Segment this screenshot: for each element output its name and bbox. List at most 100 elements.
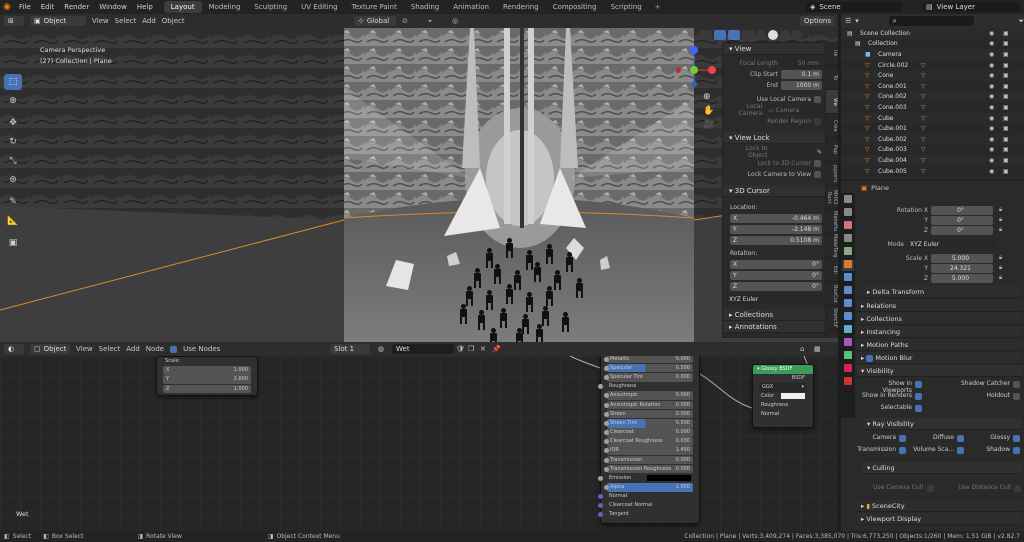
input-socket[interactable] xyxy=(604,439,609,445)
lock-camera-checkbox[interactable] xyxy=(814,170,821,178)
glossy-color-swatch[interactable] xyxy=(781,393,805,400)
mesh-data-icon[interactable]: ▽ xyxy=(921,157,926,164)
properties-tab-render-icon[interactable] xyxy=(842,208,854,219)
visibility-eye-icon[interactable]: ◉ xyxy=(989,157,994,164)
principled-row-6[interactable]: Sheen 0.000 xyxy=(604,409,693,419)
viewport-menu-add[interactable]: Add xyxy=(142,17,156,25)
outliner-row-cone-002[interactable]: ▽ Cone.002 ▽ ◉ ▣ xyxy=(841,91,1024,103)
cursor-z-field[interactable]: Z 0.5108 m xyxy=(730,235,822,245)
sidebar-tab-6[interactable]: MHX2 Runt xyxy=(826,186,838,210)
glossy-roughness-row[interactable]: Roughness xyxy=(753,401,813,410)
visibility-eye-icon[interactable]: ◉ xyxy=(989,40,994,47)
node-menu-view[interactable]: View xyxy=(76,345,93,353)
sidebar-tab-5[interactable]: pypers xyxy=(826,162,838,186)
input-socket[interactable] xyxy=(604,402,609,408)
outliner-row-cube-005[interactable]: ▽ Cube.005 ▽ ◉ ▣ xyxy=(841,166,1024,177)
input-socket[interactable] xyxy=(598,476,603,482)
annotate-tool-icon[interactable]: ✎ xyxy=(4,194,22,210)
render-camera-icon[interactable]: ▣ xyxy=(1003,115,1009,122)
visibility-eye-icon[interactable]: ◉ xyxy=(989,115,994,122)
input-socket[interactable] xyxy=(598,503,603,508)
principled-row-16[interactable]: Clearcoat Normal xyxy=(598,501,699,510)
outliner-search-field[interactable]: ⌕ xyxy=(888,16,975,26)
input-socket[interactable] xyxy=(604,356,609,362)
use-camera-cull-checkbox[interactable] xyxy=(927,485,934,492)
render-camera-icon[interactable]: ▣ xyxy=(1003,93,1009,100)
input-socket[interactable] xyxy=(604,466,609,472)
annotations-section-header[interactable]: ▸ Annotations xyxy=(723,321,825,333)
sidebar-tab-9[interactable]: Edi xyxy=(826,258,838,282)
view-section-header[interactable]: ▾ View xyxy=(723,43,825,55)
render-region-checkbox[interactable] xyxy=(814,117,821,125)
visibility-eye-icon[interactable]: ◉ xyxy=(989,93,994,100)
visibility-eye-icon[interactable]: ◉ xyxy=(989,72,994,79)
viewport-display-section[interactable]: ▸ Viewport Display xyxy=(857,513,1022,525)
principled-bsdf-node[interactable]: Metallic 0.000 Specular 0.500 Specular Tint 0… xyxy=(598,356,700,524)
scale-y-lock-icon[interactable]: 🔒︎ xyxy=(999,264,1002,272)
scale-x-lock-icon[interactable]: 🔒︎ xyxy=(999,254,1002,262)
properties-tab-modifiers-icon[interactable] xyxy=(842,273,854,284)
relations-section[interactable]: ▸ Relations xyxy=(857,300,1022,312)
backdrop-icon[interactable]: ▦ xyxy=(814,345,821,353)
show-in-viewports-checkbox[interactable] xyxy=(915,381,922,388)
display-mode-icon[interactable]: ▾ xyxy=(855,17,859,25)
render-camera-icon[interactable]: ▣ xyxy=(1003,40,1009,47)
render-camera-icon[interactable]: ▣ xyxy=(1003,62,1009,69)
ray-volume-scatter-checkbox[interactable] xyxy=(957,447,964,454)
material-browse-icon[interactable]: ◍ xyxy=(378,345,384,353)
workspace-tab-texture-paint[interactable]: Texture Paint xyxy=(345,1,404,13)
properties-tab-constraints-icon[interactable] xyxy=(842,312,854,323)
node-menu-add[interactable]: Add xyxy=(126,345,140,353)
workspace-tab-compositing[interactable]: Compositing xyxy=(546,1,604,13)
measure-tool-icon[interactable]: 📐 xyxy=(4,213,22,229)
render-camera-icon[interactable]: ▣ xyxy=(1003,125,1009,132)
shadow-catcher-checkbox[interactable] xyxy=(1013,381,1020,388)
filter-icon[interactable]: ⏷ xyxy=(1018,17,1024,26)
visibility-eye-icon[interactable]: ◉ xyxy=(989,62,994,69)
workspace-tab-sculpting[interactable]: Sculpting xyxy=(247,1,294,13)
input-socket[interactable] xyxy=(604,411,609,417)
ray-transmission-checkbox[interactable] xyxy=(899,447,906,454)
navigation-gizmo[interactable] xyxy=(676,44,720,108)
collections-section-header[interactable]: ▸ Collections xyxy=(723,309,825,321)
scale-tool-icon[interactable]: ⤡ xyxy=(4,153,22,169)
glossy-normal-row[interactable]: Normal xyxy=(753,410,813,419)
rotation-z-lock-icon[interactable]: 🔒︎ xyxy=(999,226,1002,234)
mesh-data-icon[interactable]: ▽ xyxy=(921,146,926,153)
gizmo-icon[interactable] xyxy=(714,30,726,40)
rotation-y-lock-icon[interactable]: 🔒︎ xyxy=(999,216,1002,224)
transform-orientation-dropdown[interactable]: ⊹ Global xyxy=(354,16,396,26)
scene-selector[interactable]: ◈ Scene xyxy=(806,2,902,12)
render-camera-icon[interactable]: ▣ xyxy=(1003,136,1009,143)
cursor-rot-x-field[interactable]: X 0° xyxy=(730,259,822,269)
outliner-row-cube[interactable]: ▽ Cube ▽ ◉ ▣ xyxy=(841,112,1024,124)
mesh-data-icon[interactable]: ▽ xyxy=(921,62,926,69)
properties-tab-physics-icon[interactable] xyxy=(842,299,854,310)
input-socket[interactable] xyxy=(604,365,609,371)
slot-dropdown[interactable]: Slot 1 xyxy=(330,344,370,354)
properties-tab-material-icon[interactable] xyxy=(842,338,854,349)
delta-transform-section[interactable]: ▸ Delta Transform xyxy=(863,286,1022,298)
eyedropper-icon[interactable]: ✎ xyxy=(817,149,822,156)
properties-tab-view-layer-icon[interactable] xyxy=(842,234,854,245)
clip-end-field[interactable]: 1000 m xyxy=(780,80,822,90)
render-camera-icon[interactable]: ▣ xyxy=(1003,104,1009,111)
mesh-data-icon[interactable]: ▽ xyxy=(921,104,926,111)
use-distance-cull-checkbox[interactable] xyxy=(1014,485,1021,492)
ray-shadow-checkbox[interactable] xyxy=(1013,447,1020,454)
principled-row-7[interactable]: Sheen Tint 0.500 xyxy=(604,418,693,428)
visibility-eye-icon[interactable]: ◉ xyxy=(989,83,994,90)
sidebar-tab-4[interactable]: Pap xyxy=(826,138,838,162)
input-socket[interactable] xyxy=(604,430,609,436)
properties-tab-world-icon[interactable] xyxy=(842,364,854,375)
clip-start-field[interactable]: 0.1 m xyxy=(780,69,822,79)
workspace-tab-modeling[interactable]: Modeling xyxy=(202,1,248,13)
principled-row-10[interactable]: IOR 1.450 xyxy=(604,446,693,456)
node-editor-type-icon[interactable]: ◐ xyxy=(4,344,24,354)
fake-user-icon[interactable]: 🛡 xyxy=(456,345,465,353)
input-socket[interactable] xyxy=(604,448,609,454)
overlay-icon[interactable] xyxy=(728,30,740,40)
menu-render[interactable]: Render xyxy=(59,3,94,11)
mesh-data-icon[interactable]: ▽ xyxy=(921,136,926,143)
view-lock-section-header[interactable]: ▾ View Lock xyxy=(723,132,825,144)
